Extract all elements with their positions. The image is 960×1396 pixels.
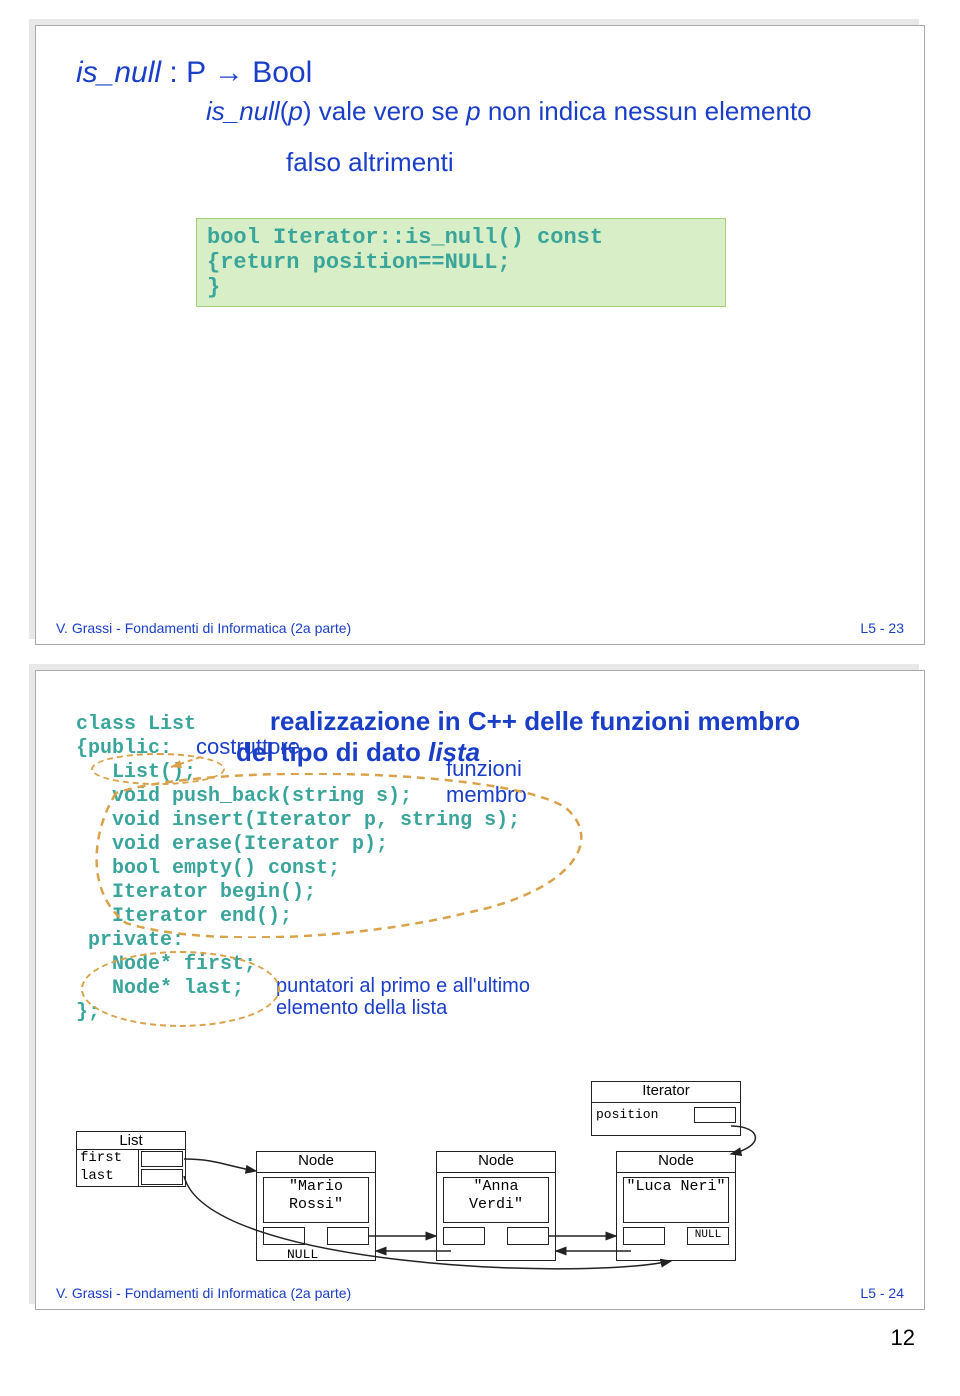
node-3: Node "Luca Neri" NULL [616, 1151, 736, 1261]
slide1-subtitle-1: is_null(p) vale vero se p non indica nes… [206, 96, 884, 127]
code-block-2: class List {public: List(); void push_ba… [76, 713, 884, 1025]
node-2: Node "Anna Verdi" [436, 1151, 556, 1261]
label-puntatori: puntatori al primo e all'ultimo elemento… [276, 975, 576, 1019]
node-1: Node "Mario Rossi" NULL [256, 1151, 376, 1261]
arrow-icon: → [214, 56, 244, 89]
iterator-slot [694, 1107, 736, 1123]
oval-private [81, 951, 280, 1027]
slide1-title: is_null : P → Bool [76, 56, 884, 90]
slide-2: realizzazione in C++ delle funzioni memb… [35, 670, 925, 1310]
iterator-box: Iterator position [591, 1081, 741, 1136]
slide2-footer: V. Grassi - Fondamenti di Informatica (2… [56, 1285, 904, 1301]
linked-list-diagram: Iterator position List first last Node "… [76, 1096, 884, 1266]
title-fn: is_null [76, 56, 161, 89]
slide2-code-area: realizzazione in C++ delle funzioni memb… [76, 706, 884, 1086]
page-number: 12 [0, 1325, 915, 1351]
arrow-costruttore [166, 753, 226, 773]
slide1-subtitle-2: falso altrimenti [286, 147, 884, 178]
code-block-1: bool Iterator::is_null() const {return p… [196, 218, 726, 307]
oval-funzioni [86, 773, 626, 938]
slide-1: is_null : P → Bool is_null(p) vale vero … [35, 25, 925, 645]
slide1-footer: V. Grassi - Fondamenti di Informatica (2… [56, 620, 904, 636]
list-box: List first last [76, 1131, 186, 1187]
